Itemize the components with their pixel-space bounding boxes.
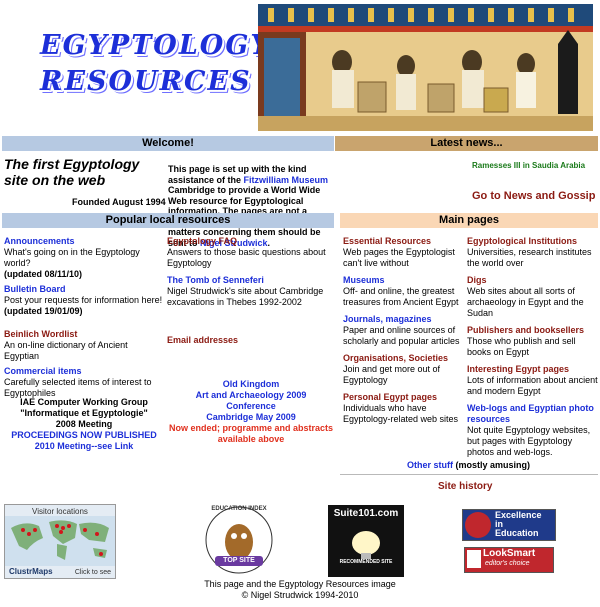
- iae-line-3: 2008 Meeting: [55, 419, 113, 429]
- education-index-badge[interactable]: EDUCATION INDEX TOP SITE: [201, 500, 277, 576]
- latest-news-bar: Latest news...: [335, 136, 598, 151]
- click-to-see-label: Click to see: [74, 569, 111, 576]
- latest-news-item[interactable]: Ramesses III in Saudia Arabia: [472, 160, 585, 171]
- lightbulb-icon: [352, 531, 380, 559]
- iae-line-1: IAE Computer Working Group: [20, 397, 148, 407]
- news-gossip-link[interactable]: Go to News and Gossip: [472, 190, 595, 202]
- intro-title: The first Egyptology site on the web: [4, 156, 140, 188]
- painting-art: [258, 4, 593, 131]
- organisations-desc: Join and get more out of Egyptology: [343, 364, 441, 385]
- iae-line-2: "Informatique et Egyptologie": [20, 408, 148, 418]
- founded-text: Founded August 1994: [72, 197, 166, 207]
- bulletin-updated: (updated 19/01/09): [4, 306, 83, 316]
- faq-desc: Answers to those basic questions about E…: [167, 247, 326, 268]
- publishers-desc: Those who publish and sell books on Egyp…: [467, 336, 576, 357]
- local-col-1: Announcements What's going on in the Egy…: [4, 236, 164, 399]
- old-kingdom-line-3[interactable]: Conference: [167, 401, 335, 412]
- email-addresses-link[interactable]: Email addresses: [167, 335, 238, 346]
- announcements-updated: (updated 08/11/10): [4, 269, 83, 279]
- footer: This page and the Egyptology Resources i…: [160, 579, 440, 601]
- senneferi-link[interactable]: The Tomb of Senneferi: [167, 275, 335, 286]
- old-kingdom-line-2[interactable]: Art and Archaeology 2009: [167, 390, 335, 401]
- iae-2010-link[interactable]: 2010 Meeting--see Link: [4, 441, 164, 452]
- header-egyptian-painting: [258, 4, 593, 131]
- announcements-link[interactable]: Announcements: [4, 236, 164, 247]
- iae-block: IAE Computer Working Group "Informatique…: [4, 397, 164, 452]
- museums-desc: Off- and online, the greatest treasures …: [343, 286, 459, 307]
- iae-proceedings-link[interactable]: PROCEEDINGS NOW PUBLISHED: [4, 430, 164, 441]
- visitor-locations-label: Visitor locations: [32, 507, 88, 516]
- weblogs-desc: Not quite Egyptology websites, but pages…: [467, 425, 591, 457]
- faq-link[interactable]: Egyptology FAQ: [167, 236, 335, 247]
- old-kingdom-line-4[interactable]: Cambridge May 2009: [167, 412, 335, 423]
- footer-line-2: © Nigel Strudwick 1994-2010: [241, 590, 359, 600]
- journals-desc: Paper and online sources of scholarly an…: [343, 325, 460, 346]
- weblogs-link[interactable]: Web-logs and Egyptian photo resources: [467, 403, 598, 425]
- suite101-badge[interactable]: Suite101.com RECOMMENDED SITE: [328, 505, 404, 577]
- other-stuff-link[interactable]: Other stuff: [407, 460, 453, 470]
- education-index-label: EDUCATION INDEX: [211, 506, 267, 512]
- bulletin-desc: Post your requests for information here!: [4, 295, 163, 305]
- logo-line-2: RESOURCES: [40, 66, 252, 97]
- interesting-link[interactable]: Interesting Egypt pages: [467, 364, 598, 375]
- site-logo: EGYPTOLOGY RESOURCES: [40, 28, 272, 100]
- looksmart-badge[interactable]: LookSmart editor's choice: [464, 547, 554, 573]
- personal-desc: Individuals who have Egyptology-related …: [343, 403, 459, 424]
- recommended-site-label: RECOMMENDED SITE: [339, 559, 393, 565]
- essential-link[interactable]: Essential Resources: [343, 236, 461, 247]
- publishers-link[interactable]: Publishers and booksellers: [467, 325, 598, 336]
- beinlich-desc: An on-line dictionary of Ancient Egyptia…: [4, 340, 128, 361]
- old-kingdom-line-1[interactable]: Old Kingdom: [167, 379, 335, 390]
- world-map-icon: [5, 516, 115, 566]
- suite101-label: Suite101.com: [333, 508, 399, 519]
- senneferi-desc: Nigel Strudwick's site about Cambridge e…: [167, 286, 324, 307]
- organisations-link[interactable]: Organisations, Societies: [343, 353, 461, 364]
- journals-link[interactable]: Journals, magazines: [343, 314, 461, 325]
- commercial-items-link[interactable]: Commercial items: [4, 366, 164, 377]
- acn-logo-icon: [465, 512, 491, 538]
- old-kingdom-block: Old Kingdom Art and Archaeology 2009 Con…: [167, 379, 335, 445]
- welcome-bar: Welcome!: [2, 136, 334, 151]
- old-kingdom-note: Now ended; programme and abstracts avail…: [168, 423, 334, 444]
- footer-line-1: This page and the Egyptology Resources i…: [204, 579, 396, 589]
- popular-resources-bar: Popular local resources: [2, 213, 334, 228]
- announcements-desc: What's going on in the Egyptology world?: [4, 247, 140, 268]
- top-site-label: TOP SITE: [223, 557, 255, 564]
- editors-choice-label: editor's choice: [485, 560, 530, 567]
- looksmart-label: LookSmart: [483, 548, 536, 559]
- digs-link[interactable]: Digs: [467, 275, 598, 286]
- excellence-text: Excellence in Education: [495, 511, 542, 538]
- main-col-2: Egyptological Institutions Universities,…: [467, 236, 598, 458]
- institutions-link[interactable]: Egyptological Institutions: [467, 236, 598, 247]
- other-stuff-suffix: (mostly amusing): [453, 460, 531, 470]
- essential-desc: Web pages the Egyptologist can't live wi…: [343, 247, 455, 268]
- digs-desc: Web sites about all sorts of archaeology…: [467, 286, 584, 318]
- logo-line-1: EGYPTOLOGY: [40, 30, 272, 61]
- other-stuff-line: Other stuff (mostly amusing): [407, 460, 530, 471]
- main-col-1: Essential Resources Web pages the Egypto…: [343, 236, 461, 425]
- excellence-education-badge[interactable]: Excellence in Education: [462, 509, 556, 541]
- divider-line: [340, 474, 598, 475]
- clustrmaps-label: ClustrMaps: [9, 567, 53, 576]
- bulletin-board-link[interactable]: Bulletin Board: [4, 284, 164, 295]
- looksmart-box-icon: [467, 550, 481, 568]
- personal-link[interactable]: Personal Egypt pages: [343, 392, 461, 403]
- institutions-desc: Universities, research institutes the wo…: [467, 247, 592, 268]
- museums-link[interactable]: Museums: [343, 275, 461, 286]
- interesting-desc: Lots of information about ancient and mo…: [467, 375, 598, 396]
- local-col-2: Egyptology FAQ Answers to those basic qu…: [167, 236, 335, 308]
- clustrmaps-badge[interactable]: Visitor locations ClustrMaps Click to se…: [4, 504, 116, 579]
- site-history-link[interactable]: Site history: [438, 481, 492, 492]
- main-pages-bar: Main pages: [340, 213, 598, 228]
- fitzwilliam-link[interactable]: Fitzwilliam Museum: [244, 175, 329, 185]
- excellence-line-3: Education: [495, 528, 539, 538]
- beinlich-link[interactable]: Beinlich Wordlist: [4, 329, 164, 340]
- commercial-desc: Carefully selected items of interest to …: [4, 377, 152, 398]
